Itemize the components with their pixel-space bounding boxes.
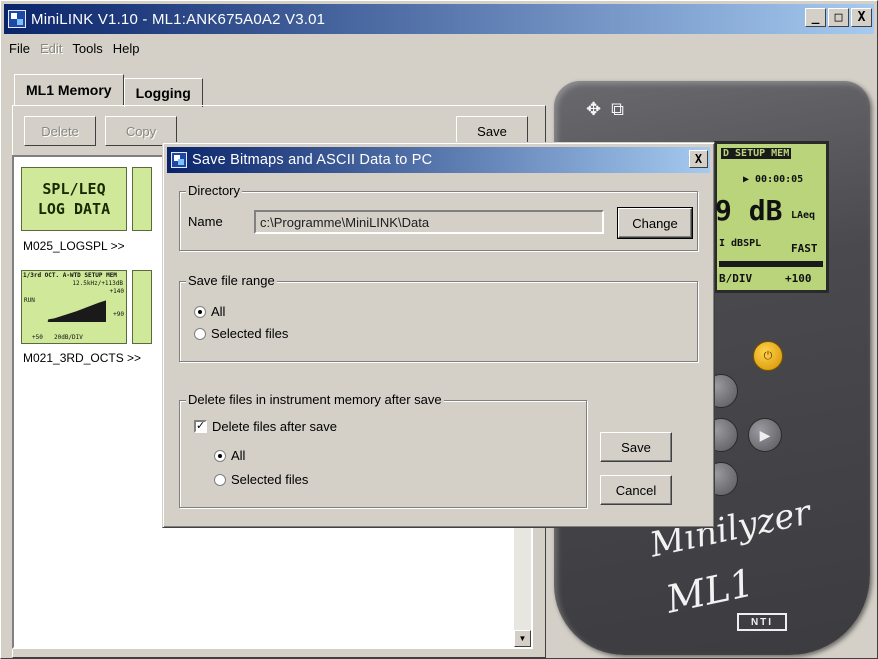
- dialog-close-button[interactable]: X: [689, 150, 708, 168]
- lcd-div: B/DIV: [719, 272, 753, 285]
- thumb-freq: 12.5kHz/+113dB: [72, 280, 123, 287]
- tab-ml1-memory[interactable]: ML1 Memory: [14, 74, 124, 105]
- directory-path-field[interactable]: c:\Programme\MiniLINK\Data: [254, 210, 604, 234]
- thumb-header: 1/3rd OCT. A-WTD SETUP MEM: [23, 272, 117, 279]
- delete-all-label: All: [231, 448, 246, 463]
- right-arrow-icon: ▶: [748, 418, 782, 452]
- save-dialog: Save Bitmaps and ASCII Data to PC X Dire…: [162, 142, 715, 528]
- change-button[interactable]: Change: [617, 207, 693, 239]
- range-selected-label: Selected files: [211, 326, 289, 341]
- nti-logo: NTI: [737, 613, 787, 631]
- copy-icon: ⧉: [611, 99, 624, 119]
- dialog-cancel-button[interactable]: Cancel: [600, 475, 672, 505]
- window-title: MiniLINK V1.10 - ML1:ANK675A0A2 V3.01: [31, 10, 326, 28]
- directory-group: Directory Name c:\Programme\MiniLINK\Dat…: [179, 183, 698, 251]
- close-button[interactable]: X: [851, 8, 872, 27]
- thumb-spectrum: [32, 300, 106, 322]
- thumb-line-1: SPL/LEQ: [42, 180, 106, 198]
- range-selected-radio[interactable]: Selected files: [194, 326, 288, 341]
- menu-tools[interactable]: Tools: [67, 38, 107, 60]
- name-label: Name: [188, 214, 223, 229]
- menu-bar: File Edit Tools Help: [4, 38, 144, 60]
- device-lcd: D SETUP MEM ▶ 00:00:05 9 dB LAeq I dBSPL…: [714, 141, 829, 293]
- dialog-title: Save Bitmaps and ASCII Data to PC: [192, 152, 433, 168]
- thumb-top-scale: +140: [109, 288, 124, 295]
- lcd-level: 9 dB: [715, 194, 783, 227]
- lcd-bar: [719, 261, 823, 267]
- radio-checked-icon[interactable]: [214, 449, 226, 462]
- tab-strip: ML1 Memory Logging: [14, 74, 203, 107]
- lcd-laeq: LAeq: [791, 210, 816, 221]
- thumb-bottom-scale: +50: [32, 334, 43, 341]
- file-thumbnail-partial-2[interactable]: [132, 270, 152, 344]
- menu-edit[interactable]: Edit: [35, 38, 67, 60]
- delete-all-radio[interactable]: All: [214, 448, 245, 463]
- lcd-scale: +100: [785, 272, 812, 285]
- radio-unchecked-icon[interactable]: [214, 473, 226, 486]
- menu-help[interactable]: Help: [108, 38, 145, 60]
- lcd-fast: FAST: [791, 242, 818, 255]
- delete-legend: Delete files in instrument memory after …: [186, 392, 444, 407]
- delete-selected-radio[interactable]: Selected files: [214, 472, 308, 487]
- app-icon: [8, 10, 26, 28]
- delete-selected-label: Selected files: [231, 472, 309, 487]
- radio-unchecked-icon[interactable]: [194, 327, 206, 340]
- delete-after-save-checkbox[interactable]: ✓ Delete files after save: [194, 419, 337, 434]
- save-range-legend: Save file range: [186, 273, 277, 288]
- lcd-timer: ▶ 00:00:05: [743, 174, 804, 185]
- checkbox-checked-icon[interactable]: ✓: [194, 420, 207, 433]
- lcd-header: D SETUP MEM: [721, 148, 792, 159]
- main-window: MiniLINK V1.10 - ML1:ANK675A0A2 V3.01 _ …: [0, 0, 878, 659]
- minimize-button[interactable]: _: [805, 8, 826, 27]
- power-icon: ⏻: [753, 341, 783, 371]
- save-range-group: Save file range All Selected files: [179, 273, 698, 362]
- menu-file[interactable]: File: [4, 38, 35, 60]
- radio-checked-icon[interactable]: [194, 305, 206, 318]
- title-bar[interactable]: MiniLINK V1.10 - ML1:ANK675A0A2 V3.01 _ …: [4, 4, 874, 34]
- file-name-logspl[interactable]: M025_LOGSPL >>: [23, 239, 125, 253]
- range-all-radio[interactable]: All: [194, 304, 225, 319]
- thumb-div: 20dB/DIV: [54, 334, 83, 341]
- file-thumbnail-3rd-octs[interactable]: 1/3rd OCT. A-WTD SETUP MEM 12.5kHz/+113d…: [21, 270, 127, 344]
- delete-button[interactable]: Delete: [24, 116, 96, 146]
- directory-legend: Directory: [186, 183, 243, 198]
- tab-logging[interactable]: Logging: [123, 78, 203, 107]
- device-top-icons: ✥ ⧉: [586, 99, 624, 120]
- delete-group: Delete files in instrument memory after …: [179, 392, 587, 508]
- thumb-run: RUN: [24, 297, 35, 304]
- maximize-button[interactable]: □: [828, 8, 849, 27]
- thumb-mid-scale: +90: [113, 311, 124, 318]
- dialog-save-button[interactable]: Save: [600, 432, 672, 462]
- file-name-3rd-octs[interactable]: M021_3RD_OCTS >>: [23, 351, 141, 365]
- dialog-app-icon: [171, 152, 187, 168]
- move-icon: ✥: [586, 99, 602, 119]
- dialog-title-bar[interactable]: Save Bitmaps and ASCII Data to PC X: [167, 147, 710, 173]
- thumb-line-2: LOG DATA: [37, 200, 111, 218]
- file-thumbnail-partial[interactable]: [132, 167, 152, 231]
- delete-after-save-label: Delete files after save: [212, 419, 338, 434]
- file-thumbnail-logspl[interactable]: SPL/LEQ LOG DATA: [21, 167, 127, 231]
- range-all-label: All: [211, 304, 226, 319]
- scroll-down-arrow-icon[interactable]: ▼: [514, 630, 531, 647]
- lcd-unit: I dBSPL: [719, 238, 762, 249]
